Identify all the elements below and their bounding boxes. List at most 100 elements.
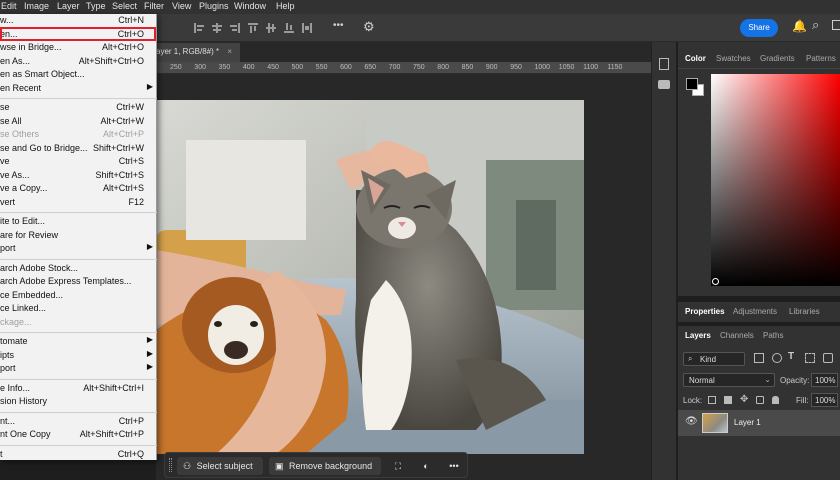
align-left-icon[interactable] — [192, 21, 206, 35]
type-filter-icon[interactable]: T — [788, 351, 794, 362]
foreground-color-swatch[interactable] — [686, 78, 698, 90]
menu-edit[interactable]: Edit — [1, 1, 17, 11]
file-menu-item[interactable]: ipts ▶ — [0, 349, 157, 362]
panel-gap — [678, 322, 840, 326]
align-bottom-icon[interactable] — [282, 21, 296, 35]
document-tab[interactable]: ayer 1, RGB/8#) * × — [156, 43, 240, 62]
tab-paths[interactable]: Paths — [763, 331, 783, 340]
file-menu-item[interactable]: se Ctrl+W — [0, 101, 157, 114]
tab-swatches[interactable]: Swatches — [716, 54, 751, 63]
file-menu-item[interactable]: ite to Edit... — [0, 215, 157, 228]
menu-layer[interactable]: Layer — [57, 1, 80, 11]
menu-image[interactable]: Image — [24, 1, 49, 11]
more-options-button[interactable]: ••• — [333, 20, 344, 31]
menu-select[interactable]: Select — [112, 1, 137, 11]
blend-mode-select[interactable]: Normal ⌄ — [683, 373, 775, 387]
select-subject-button[interactable]: ⚇ Select subject — [177, 457, 263, 475]
ruler-tick-label: 800 — [437, 64, 449, 71]
file-menu-item[interactable]: vert F12 — [0, 196, 157, 209]
tab-properties[interactable]: Properties — [685, 307, 725, 316]
tab-channels[interactable]: Channels — [720, 331, 754, 340]
color-picker-field[interactable] — [711, 74, 840, 286]
fill-input[interactable]: 100% — [811, 393, 838, 407]
opacity-input[interactable]: 100% — [811, 373, 838, 387]
file-menu-item[interactable]: se All Alt+Ctrl+W — [0, 115, 157, 128]
file-menu-item[interactable]: en As... Alt+Shift+Ctrl+O — [0, 55, 157, 68]
file-menu-item[interactable]: e Info... Alt+Shift+Ctrl+I — [0, 382, 157, 395]
lock-artboard-icon[interactable] — [756, 396, 764, 404]
gear-icon[interactable]: ⚙ — [363, 19, 375, 35]
layer-name[interactable]: Layer 1 — [734, 418, 761, 427]
smart-object-filter-icon[interactable] — [823, 353, 833, 363]
adjustment-icon[interactable]: ◐ — [417, 457, 435, 475]
tab-gradients[interactable]: Gradients — [760, 54, 795, 63]
remove-background-button[interactable]: ▣ Remove background — [269, 457, 381, 475]
align-top-icon[interactable] — [246, 21, 260, 35]
fill-label: Fill: — [796, 396, 809, 405]
file-menu-item[interactable]: en as Smart Object... — [0, 68, 157, 81]
align-right-icon[interactable] — [228, 21, 242, 35]
file-menu-item[interactable]: ve As... Shift+Ctrl+S — [0, 169, 157, 182]
file-menu-item[interactable]: w... Ctrl+N — [0, 14, 157, 27]
menu-filter[interactable]: Filter — [144, 1, 164, 11]
close-tab-icon[interactable]: × — [227, 47, 232, 56]
pixel-filter-icon[interactable] — [754, 353, 764, 363]
distribute-icon[interactable] — [300, 21, 314, 35]
layer-filter-select[interactable]: ⌕ Kind — [683, 352, 745, 366]
file-menu-item[interactable]: port ▶ — [0, 242, 157, 255]
lock-image-icon[interactable] — [724, 396, 732, 404]
menu-item-shortcut: Alt+Shift+Ctrl+O — [78, 55, 144, 66]
menu-item-label: nt... — [0, 415, 16, 426]
menu-separator — [0, 444, 157, 446]
tab-color[interactable]: Color — [685, 54, 706, 63]
share-button[interactable]: Share — [740, 19, 778, 37]
tab-patterns[interactable]: Patterns — [806, 54, 836, 63]
document-image[interactable] — [156, 100, 584, 454]
file-menu-item[interactable]: ce Embedded... — [0, 289, 157, 302]
align-center-icon[interactable] — [210, 21, 224, 35]
file-menu-item[interactable]: en Recent ▶ — [0, 82, 157, 95]
file-menu-item[interactable]: nt One Copy Alt+Shift+Ctrl+P — [0, 428, 157, 441]
tab-layers[interactable]: Layers — [685, 331, 711, 340]
history-panel-icon[interactable] — [659, 58, 669, 70]
bell-icon[interactable]: 🔔 — [792, 19, 807, 33]
adjustment-filter-icon[interactable] — [772, 353, 782, 363]
comments-icon[interactable] — [658, 80, 670, 89]
file-menu-item[interactable]: arch Adobe Stock... — [0, 262, 157, 275]
layer-row[interactable]: 👁 Layer 1 — [678, 410, 840, 436]
file-menu-item[interactable]: are for Review — [0, 229, 157, 242]
file-menu-item[interactable]: se and Go to Bridge... Shift+Ctrl+W — [0, 142, 157, 155]
color-picker-cursor[interactable] — [712, 278, 719, 285]
file-menu-item[interactable]: port ▶ — [0, 362, 157, 375]
lock-all-icon[interactable] — [772, 396, 779, 404]
menu-view[interactable]: View — [172, 1, 191, 11]
file-menu-item[interactable]: t Ctrl+Q — [0, 448, 157, 461]
tab-libraries[interactable]: Libraries — [789, 307, 820, 316]
align-middle-icon[interactable] — [264, 21, 278, 35]
menu-window[interactable]: Window — [234, 1, 266, 11]
file-menu-item[interactable]: sion History — [0, 395, 157, 408]
file-menu-item[interactable]: arch Adobe Express Templates... — [0, 275, 157, 288]
file-menu-item[interactable]: nt... Ctrl+P — [0, 415, 157, 428]
drag-handle-icon[interactable] — [169, 458, 172, 472]
menu-type[interactable]: Type — [86, 1, 106, 11]
more-options-button[interactable]: ••• — [445, 457, 463, 475]
menu-item-label: en Recent — [0, 82, 42, 93]
transform-icon[interactable]: ⛶ — [389, 457, 407, 475]
workspace-icon[interactable] — [832, 20, 840, 30]
search-icon[interactable]: ⌕ — [812, 17, 819, 33]
shape-filter-icon[interactable] — [805, 353, 815, 363]
file-menu-item[interactable]: wse in Bridge... Alt+Ctrl+O — [0, 41, 157, 54]
tab-adjustments[interactable]: Adjustments — [733, 307, 777, 316]
file-menu-item[interactable]: tomate ▶ — [0, 335, 157, 348]
lock-transparent-icon[interactable] — [708, 396, 716, 404]
ruler-tick-label: 1050 — [558, 64, 575, 71]
eye-icon[interactable]: 👁 — [685, 416, 698, 427]
file-menu-item[interactable]: ve Ctrl+S — [0, 155, 157, 168]
menu-separator — [0, 258, 157, 260]
menu-help[interactable]: Help — [276, 1, 295, 11]
file-menu-item[interactable]: ce Linked... — [0, 302, 157, 315]
menu-plugins[interactable]: Plugins — [199, 1, 229, 11]
file-menu-item[interactable]: ve a Copy... Alt+Ctrl+S — [0, 182, 157, 195]
lock-position-icon[interactable]: ✥ — [740, 394, 748, 405]
